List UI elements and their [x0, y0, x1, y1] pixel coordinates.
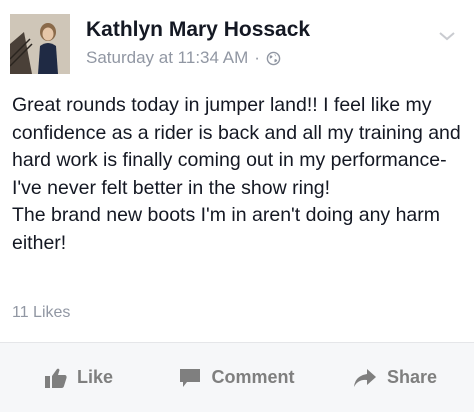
- globe-icon[interactable]: [266, 51, 281, 66]
- post-paragraph: Great rounds today in jumper land!! I fe…: [12, 94, 461, 199]
- post-paragraph: The brand new boots I'm in aren't doing …: [12, 204, 441, 254]
- post-timestamp[interactable]: Saturday at 11:34 AM: [86, 48, 248, 68]
- likes-count[interactable]: 11 Likes: [12, 304, 70, 322]
- author-name[interactable]: Kathlyn Mary Hossack: [86, 18, 310, 42]
- chevron-down-icon[interactable]: [438, 30, 456, 42]
- avatar[interactable]: [10, 14, 70, 74]
- post-body: Great rounds today in jumper land!! I fe…: [12, 92, 464, 257]
- share-label: Share: [386, 367, 438, 387]
- avatar-photo: [10, 14, 70, 74]
- action-bar: Like Comment Share: [0, 343, 474, 412]
- thumbs-up-icon: [44, 368, 67, 388]
- comment-button[interactable]: Comment: [158, 343, 316, 412]
- comment-icon: [180, 368, 201, 387]
- like-label: Like: [76, 367, 114, 387]
- meta-separator: ·: [254, 48, 260, 67]
- post-meta: Saturday at 11:34 AM ·: [86, 48, 281, 68]
- share-arrow-icon: [353, 368, 376, 387]
- comment-label: Comment: [211, 367, 295, 387]
- post-header: Kathlyn Mary Hossack Saturday at 11:34 A…: [10, 14, 464, 74]
- like-button[interactable]: Like: [0, 343, 158, 412]
- share-button[interactable]: Share: [316, 343, 474, 412]
- post-card: Kathlyn Mary Hossack Saturday at 11:34 A…: [0, 0, 474, 412]
